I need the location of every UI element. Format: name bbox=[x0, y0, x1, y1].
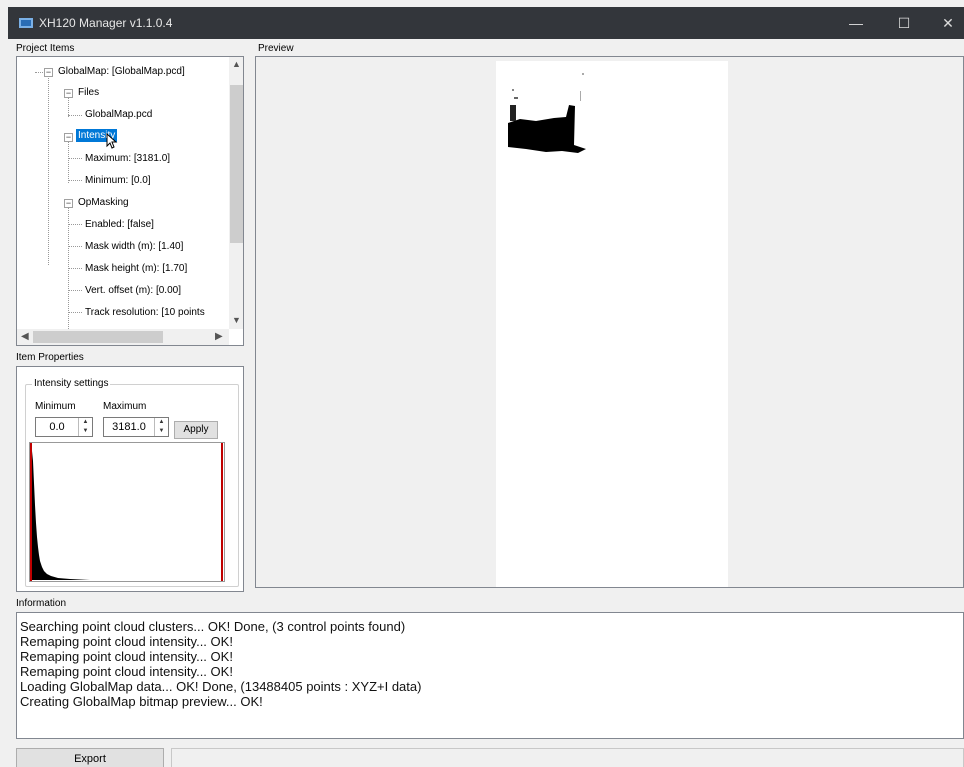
log-line: Remaping point cloud intensity... OK! bbox=[20, 634, 233, 649]
globalmap-preview-image bbox=[496, 61, 728, 587]
tree-line bbox=[68, 158, 82, 159]
minimum-label: Minimum bbox=[35, 401, 76, 412]
project-tree[interactable]: − GlobalMap: [GlobalMap.pcd] − Files Glo… bbox=[16, 56, 244, 346]
close-button[interactable]: ✕ bbox=[926, 7, 964, 39]
spinner-arrows-icon[interactable]: ▲ ▼ bbox=[154, 418, 168, 436]
log-line: Searching point cloud clusters... OK! Do… bbox=[20, 619, 406, 634]
tree-line bbox=[68, 312, 82, 313]
apply-button[interactable]: Apply bbox=[174, 421, 218, 439]
tree-node-mask-height[interactable]: Mask height (m): [1.70] bbox=[85, 263, 187, 274]
item-properties-panel: Intensity settings Minimum Maximum 0.0 ▲… bbox=[16, 366, 244, 592]
tree-node-files[interactable]: Files bbox=[78, 87, 99, 98]
preview-label: Preview bbox=[258, 43, 294, 54]
tree-line bbox=[68, 115, 82, 116]
tree-node-globalmap-pcd[interactable]: GlobalMap.pcd bbox=[85, 109, 152, 120]
point-cloud-preview bbox=[508, 73, 586, 153]
project-items-label: Project Items bbox=[16, 43, 75, 54]
spinner-arrows-icon[interactable]: ▲ ▼ bbox=[78, 418, 92, 436]
collapse-toggle[interactable]: − bbox=[64, 133, 73, 142]
tree-node-track-resolution[interactable]: Track resolution: [10 points bbox=[85, 307, 205, 318]
log-line: Creating GlobalMap bitmap preview... OK! bbox=[20, 694, 263, 709]
scroll-right-icon[interactable]: ▶ bbox=[215, 331, 223, 342]
log-line: Remaping point cloud intensity... OK! bbox=[20, 649, 233, 664]
histogram-plot bbox=[30, 443, 223, 581]
scrollbar-thumb[interactable] bbox=[33, 331, 163, 343]
information-log[interactable]: Searching point cloud clusters... OK! Do… bbox=[16, 612, 964, 739]
information-label: Information bbox=[16, 598, 67, 609]
item-properties-label: Item Properties bbox=[16, 352, 84, 363]
tree-vertical-scrollbar[interactable]: ▲ ▼ bbox=[229, 57, 243, 329]
tree-node-opmasking[interactable]: OpMasking bbox=[78, 197, 129, 208]
maximum-label: Maximum bbox=[103, 401, 147, 412]
log-line: Loading GlobalMap data... OK! Done, (134… bbox=[20, 679, 422, 694]
collapse-toggle[interactable]: − bbox=[64, 199, 73, 208]
tree-node-intensity-max[interactable]: Maximum: [3181.0] bbox=[85, 153, 170, 164]
intensity-settings-group: Intensity settings Minimum Maximum 0.0 ▲… bbox=[25, 378, 239, 587]
tree-node-globalmap[interactable]: GlobalMap: [GlobalMap.pcd] bbox=[58, 66, 185, 77]
tree-line bbox=[48, 69, 49, 265]
tree-line bbox=[68, 246, 82, 247]
maximum-value[interactable]: 3181.0 bbox=[104, 421, 154, 433]
scroll-down-icon[interactable]: ▼ bbox=[229, 315, 243, 325]
window-title: XH120 Manager v1.1.0.4 bbox=[39, 16, 173, 30]
scroll-up-icon[interactable]: ▲ bbox=[229, 59, 243, 69]
intensity-histogram bbox=[29, 442, 225, 582]
tree-line bbox=[68, 180, 82, 181]
minimize-button[interactable]: — bbox=[834, 7, 878, 39]
minimum-numeric-input[interactable]: 0.0 ▲ ▼ bbox=[35, 417, 93, 437]
status-bar bbox=[171, 748, 964, 767]
log-lines: Searching point cloud clusters... OK! Do… bbox=[17, 613, 963, 709]
tree-line bbox=[68, 290, 82, 291]
tree-line bbox=[68, 268, 82, 269]
scrollbar-thumb[interactable] bbox=[230, 85, 243, 243]
collapse-toggle[interactable]: − bbox=[44, 68, 53, 77]
intensity-settings-title: Intensity settings bbox=[32, 378, 111, 389]
maximize-button[interactable]: ☐ bbox=[882, 7, 926, 39]
tree-line bbox=[68, 224, 82, 225]
tree-horizontal-scrollbar[interactable]: ◀ ▶ bbox=[17, 329, 229, 345]
maximum-numeric-input[interactable]: 3181.0 ▲ ▼ bbox=[103, 417, 169, 437]
mouse-cursor-icon bbox=[106, 133, 118, 149]
collapse-toggle[interactable]: − bbox=[64, 89, 73, 98]
scroll-left-icon[interactable]: ◀ bbox=[21, 331, 29, 342]
tree-node-enabled[interactable]: Enabled: [false] bbox=[85, 219, 154, 230]
tree-line bbox=[68, 137, 69, 183]
export-button[interactable]: Export bbox=[16, 748, 164, 767]
tree-node-vert-offset[interactable]: Vert. offset (m): [0.00] bbox=[85, 285, 181, 296]
log-line: Remaping point cloud intensity... OK! bbox=[20, 664, 233, 679]
preview-panel bbox=[255, 56, 964, 588]
tree-node-mask-width[interactable]: Mask width (m): [1.40] bbox=[85, 241, 183, 252]
app-icon bbox=[19, 18, 33, 28]
title-bar: XH120 Manager v1.1.0.4 — ☐ ✕ bbox=[8, 7, 964, 39]
minimum-value[interactable]: 0.0 bbox=[36, 421, 78, 433]
tree-node-intensity-min[interactable]: Minimum: [0.0] bbox=[85, 175, 151, 186]
